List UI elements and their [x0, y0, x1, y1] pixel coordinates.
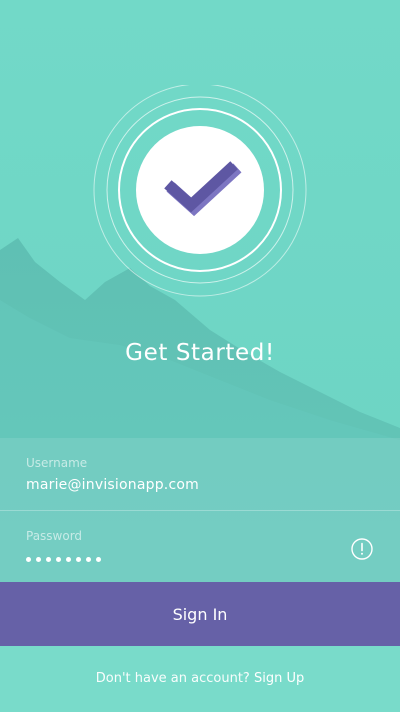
checkmark-badge	[93, 85, 307, 297]
password-dot	[86, 557, 91, 562]
username-field[interactable]: Username marie@invisionapp.com	[0, 438, 400, 510]
password-field[interactable]: Password	[0, 510, 400, 582]
password-dot	[76, 557, 81, 562]
login-screen: Get Started! Username marie@invisionapp.…	[0, 0, 400, 712]
page-title: Get Started!	[125, 340, 275, 366]
password-dot	[56, 557, 61, 562]
info-icon[interactable]	[351, 538, 373, 560]
signup-footer: Don't have an account? Sign Up	[0, 646, 400, 712]
password-input[interactable]	[26, 557, 101, 562]
password-dot	[66, 557, 71, 562]
username-label: Username	[26, 456, 88, 470]
password-label: Password	[26, 529, 83, 543]
sign-in-button[interactable]: Sign In	[0, 582, 400, 646]
password-dot	[26, 557, 31, 562]
sign-up-link[interactable]: Sign Up	[254, 671, 304, 686]
password-dot	[36, 557, 41, 562]
password-dot	[46, 557, 51, 562]
password-dot	[96, 557, 101, 562]
signup-prompt: Don't have an account?	[95, 671, 254, 686]
login-form: Username marie@invisionapp.com Password	[0, 438, 400, 582]
username-input[interactable]: marie@invisionapp.com	[26, 477, 199, 493]
